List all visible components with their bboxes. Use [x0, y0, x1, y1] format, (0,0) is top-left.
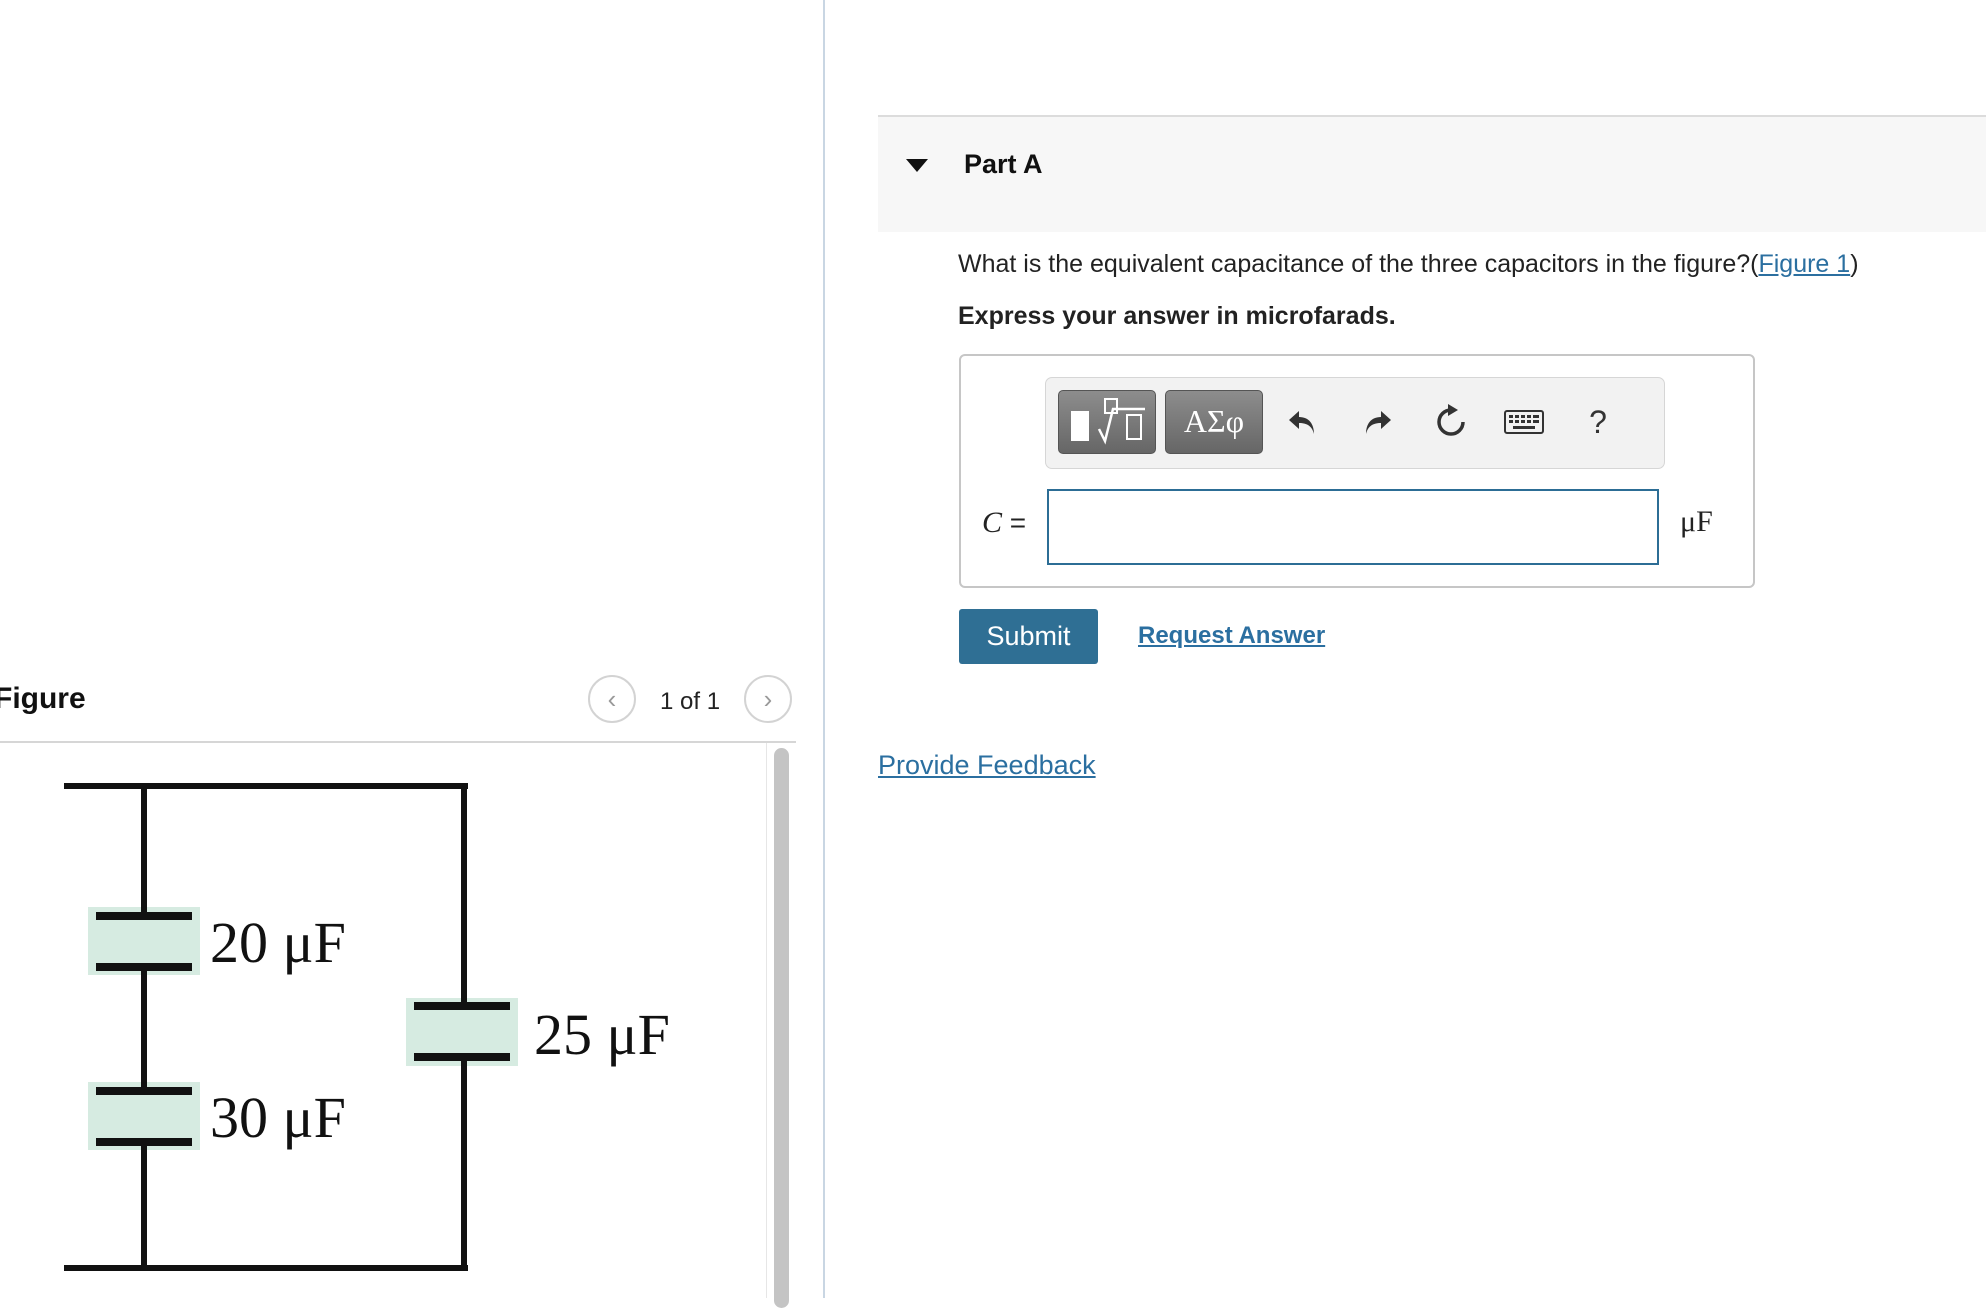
provide-feedback-link[interactable]: Provide Feedback: [878, 750, 1096, 781]
divider: [0, 741, 796, 743]
next-figure-button[interactable]: ›: [744, 675, 792, 723]
question-text: What is the equivalent capacitance of th…: [958, 250, 1859, 279]
keyboard-button[interactable]: [1494, 390, 1554, 454]
undo-icon: [1289, 411, 1314, 434]
math-toolbar: ΑΣφ ?: [1045, 377, 1665, 469]
capacitor-label-25uf: 25 μF: [534, 1002, 670, 1067]
keyboard-icon: [1504, 410, 1544, 434]
request-answer-link[interactable]: Request Answer: [1138, 622, 1325, 650]
prev-figure-button[interactable]: ‹: [588, 675, 636, 723]
part-header[interactable]: Part A: [878, 115, 1986, 232]
figure-link[interactable]: Figure 1: [1758, 250, 1850, 278]
answer-variable-label: C =: [982, 506, 1026, 540]
figure-pager: 1 of 1: [660, 688, 721, 715]
part-title: Part A: [964, 149, 1043, 179]
caret-down-icon[interactable]: [906, 159, 928, 172]
figure-title: Figure: [0, 682, 86, 715]
capacitor-label-30uf: 30 μF: [210, 1085, 346, 1150]
symbols-button[interactable]: ΑΣφ: [1165, 390, 1263, 454]
paren-close: ): [1850, 250, 1859, 278]
answer-input[interactable]: [1047, 489, 1659, 565]
figure-scrollbar-thumb[interactable]: [774, 748, 789, 1308]
chevron-right-icon: ›: [763, 683, 773, 714]
reset-icon: [1437, 404, 1465, 436]
pane-divider[interactable]: [823, 0, 825, 1298]
answer-instruction: Express your answer in microfarads.: [958, 302, 1396, 330]
redo-icon: [1366, 411, 1391, 434]
templates-button[interactable]: [1058, 390, 1156, 454]
undo-button[interactable]: [1272, 390, 1332, 454]
chevron-left-icon: ‹: [607, 683, 617, 714]
circuit-diagram: 20 μF 30 μF 25 μF: [64, 783, 670, 1271]
equals-sign: =: [1009, 507, 1027, 538]
figure-panel: Figure ‹ 1 of 1 › 20 μF 30 μF 25 μF: [0, 0, 824, 1308]
unit-label: μF: [1680, 505, 1713, 538]
templates-icon: [1071, 398, 1145, 445]
redo-button[interactable]: [1348, 390, 1408, 454]
submit-button[interactable]: Submit: [959, 609, 1098, 664]
help-button[interactable]: ?: [1568, 390, 1628, 454]
figure-header: Figure ‹ 1 of 1 ›: [0, 672, 796, 742]
capacitor-label-20uf: 20 μF: [210, 910, 346, 975]
reset-button[interactable]: [1421, 390, 1481, 454]
variable-symbol: C: [982, 506, 1003, 539]
question-body: What is the equivalent capacitance of th…: [958, 250, 1751, 278]
